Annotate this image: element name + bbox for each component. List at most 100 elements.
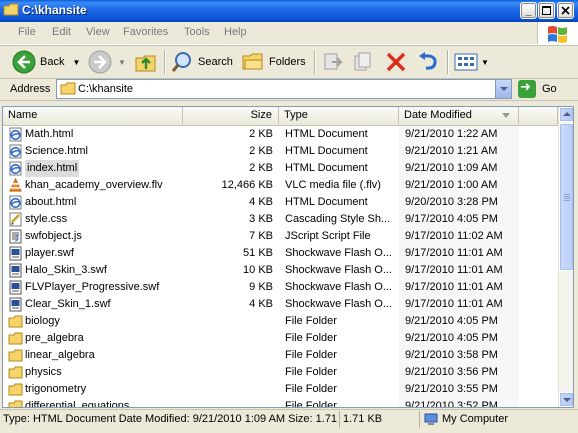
forward-dropdown-icon[interactable]: ▼ xyxy=(118,58,126,67)
maximize-icon xyxy=(542,6,551,15)
file-row[interactable]: about.html 4 KB HTML Document 9/20/2010 3:2… xyxy=(3,194,558,211)
file-type: File Folder xyxy=(285,366,337,378)
forward-button[interactable]: ▼ xyxy=(88,48,126,76)
folder-icon xyxy=(8,348,23,363)
file-row[interactable]: physics File Folder 9/21/2010 3:56 PM xyxy=(3,364,558,381)
column-name[interactable]: Name xyxy=(3,107,183,124)
file-row[interactable]: player.swf 51 KB Shockwave Flash O... 9/17/… xyxy=(3,245,558,262)
delete-x-icon xyxy=(386,52,406,72)
file-date-modified: 9/20/2010 3:28 PM xyxy=(405,196,498,208)
folder-icon xyxy=(60,82,76,95)
search-label: Search xyxy=(198,56,233,68)
file-name[interactable]: index.html xyxy=(25,160,80,177)
file-date-modified: 9/17/2010 11:02 AM xyxy=(405,230,503,242)
close-button[interactable] xyxy=(557,2,574,19)
file-row[interactable]: Halo_Skin_3.swf 10 KB Shockwave Flash O...… xyxy=(3,262,558,279)
menu-help[interactable]: Help xyxy=(224,26,247,38)
copy-to-button[interactable] xyxy=(352,48,374,76)
file-row[interactable]: swfobject.js 7 KB JScript Script File 9/17/… xyxy=(3,228,558,245)
file-name[interactable]: style.css xyxy=(25,211,180,228)
address-label: Address xyxy=(10,83,51,95)
menu-favorites[interactable]: Favorites xyxy=(123,26,168,38)
file-date-modified: 9/21/2010 1:22 AM xyxy=(405,128,498,140)
file-row[interactable]: Math.html 2 KB HTML Document 9/21/2010 1:22… xyxy=(3,126,558,143)
file-name[interactable]: trigonometry xyxy=(25,381,180,398)
grip-line xyxy=(564,196,570,197)
file-name[interactable]: linear_algebra xyxy=(25,347,180,364)
file-name[interactable]: pre_algebra xyxy=(25,330,180,347)
views-button[interactable]: ▼ xyxy=(454,48,489,76)
file-row[interactable]: differential_equations File Folder 9/21/20… xyxy=(3,398,558,407)
column-size[interactable]: Size xyxy=(183,107,279,124)
file-date-modified: 9/21/2010 4:05 PM xyxy=(405,332,498,344)
scroll-up-button[interactable] xyxy=(559,107,573,122)
delete-button[interactable] xyxy=(385,48,407,76)
file-row[interactable]: pre_algebra File Folder 9/21/2010 4:05 PM xyxy=(3,330,558,347)
file-name[interactable]: about.html xyxy=(25,194,180,211)
views-dropdown-icon[interactable]: ▼ xyxy=(481,58,489,67)
my-computer-icon xyxy=(424,413,438,425)
folder-icon xyxy=(8,365,23,380)
file-size: 2 KB xyxy=(249,145,273,157)
file-name[interactable]: Science.html xyxy=(25,143,180,160)
minimize-button[interactable]: _ xyxy=(520,2,537,19)
file-row[interactable]: trigonometry File Folder 9/21/2010 3:55 PM xyxy=(3,381,558,398)
file-name[interactable]: Halo_Skin_3.swf xyxy=(25,262,180,279)
file-name[interactable]: khan_academy_overview.flv xyxy=(25,177,180,194)
file-row[interactable]: linear_algebra File Folder 9/21/2010 3:58 … xyxy=(3,347,558,364)
folder-icon xyxy=(8,382,23,397)
file-date-modified: 9/17/2010 4:05 PM xyxy=(405,213,498,225)
folders-button[interactable]: Folders xyxy=(241,48,306,76)
maximize-button[interactable] xyxy=(538,2,555,19)
file-size xyxy=(183,313,273,330)
up-folder-button[interactable] xyxy=(134,48,158,76)
back-dropdown-icon[interactable]: ▼ xyxy=(72,58,80,67)
file-type: Shockwave Flash O... xyxy=(285,298,392,310)
html-icon xyxy=(8,161,23,176)
file-date-modified: 9/21/2010 1:21 AM xyxy=(405,145,498,157)
file-row[interactable]: FLVPlayer_Progressive.swf 9 KB Shockwave F… xyxy=(3,279,558,296)
window-title: C:\khansite xyxy=(22,3,87,17)
file-name[interactable]: FLVPlayer_Progressive.swf xyxy=(25,279,180,296)
file-row[interactable]: Clear_Skin_1.swf 4 KB Shockwave Flash O...… xyxy=(3,296,558,313)
menu-tools[interactable]: Tools xyxy=(184,26,210,38)
file-name[interactable]: physics xyxy=(25,364,180,381)
file-list[interactable]: Name Size Type Date Modified Math.html 2 … xyxy=(2,106,574,408)
views-icon xyxy=(454,53,478,71)
file-name[interactable]: biology xyxy=(25,313,180,330)
search-button[interactable]: Search xyxy=(170,48,233,76)
menu-view[interactable]: View xyxy=(86,26,110,38)
up-folder-icon xyxy=(135,55,156,72)
address-input[interactable]: C:\khansite xyxy=(56,79,512,99)
file-name[interactable]: player.swf xyxy=(25,245,180,262)
folder-icon xyxy=(8,331,23,346)
sort-arrow-icon xyxy=(502,113,510,118)
file-date-modified: 9/21/2010 1:09 AM xyxy=(405,162,498,174)
file-row[interactable]: biology File Folder 9/21/2010 4:05 PM xyxy=(3,313,558,330)
file-size: 4 KB xyxy=(249,298,273,310)
grip-line xyxy=(564,194,570,195)
file-name[interactable]: differential_equations xyxy=(25,398,180,407)
file-size: 2 KB xyxy=(249,162,273,174)
file-name[interactable]: swfobject.js xyxy=(25,228,180,245)
column-date-modified[interactable]: Date Modified xyxy=(399,107,519,124)
menu-file[interactable]: File xyxy=(18,26,36,38)
scroll-down-button[interactable] xyxy=(559,392,573,407)
windows-logo xyxy=(537,22,578,44)
move-to-button[interactable] xyxy=(322,48,344,76)
scroll-thumb[interactable] xyxy=(559,123,573,271)
file-name[interactable]: Clear_Skin_1.swf xyxy=(25,296,180,313)
back-button[interactable]: Back ▼ xyxy=(12,48,80,76)
go-button[interactable]: Go xyxy=(518,79,557,99)
file-row[interactable]: index.html 2 KB HTML Document 9/21/2010 1:0… xyxy=(3,160,558,177)
menu-edit[interactable]: Edit xyxy=(52,26,71,38)
file-row[interactable]: style.css 3 KB Cascading Style Sh... 9/17/2… xyxy=(3,211,558,228)
file-row[interactable]: khan_academy_overview.flv 12,466 KB VLC me… xyxy=(3,177,558,194)
column-type[interactable]: Type xyxy=(279,107,399,124)
title-bar[interactable]: C:\khansite _ xyxy=(0,0,578,22)
address-dropdown-button[interactable] xyxy=(495,80,511,98)
file-name[interactable]: Math.html xyxy=(25,126,180,143)
undo-button[interactable] xyxy=(416,48,440,76)
vertical-scrollbar[interactable] xyxy=(558,107,573,407)
file-row[interactable]: Science.html 2 KB HTML Document 9/21/2010 1… xyxy=(3,143,558,160)
